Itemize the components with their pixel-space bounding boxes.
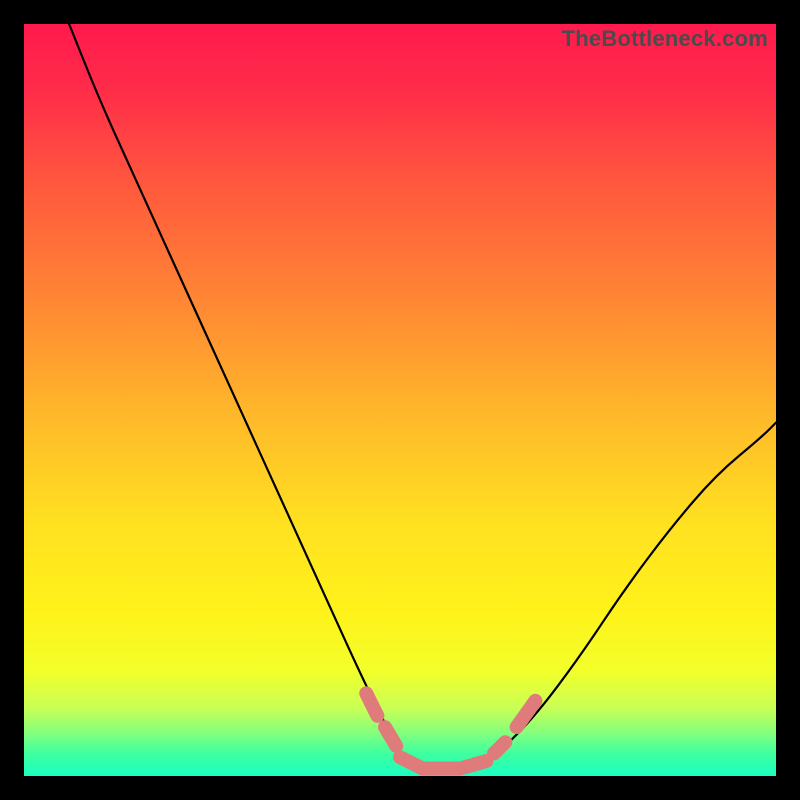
valley-marker bbox=[494, 742, 505, 753]
valley-marker bbox=[385, 727, 396, 746]
chart-frame: TheBottleneck.com bbox=[0, 0, 800, 800]
bottleneck-curve bbox=[69, 24, 776, 769]
valley-marker bbox=[460, 761, 486, 769]
valley-marker bbox=[517, 701, 536, 727]
curve-svg bbox=[24, 24, 776, 776]
watermark-text: TheBottleneck.com bbox=[562, 26, 768, 52]
plot-area: TheBottleneck.com bbox=[24, 24, 776, 776]
valley-marker bbox=[366, 693, 377, 716]
valley-markers bbox=[366, 693, 535, 768]
